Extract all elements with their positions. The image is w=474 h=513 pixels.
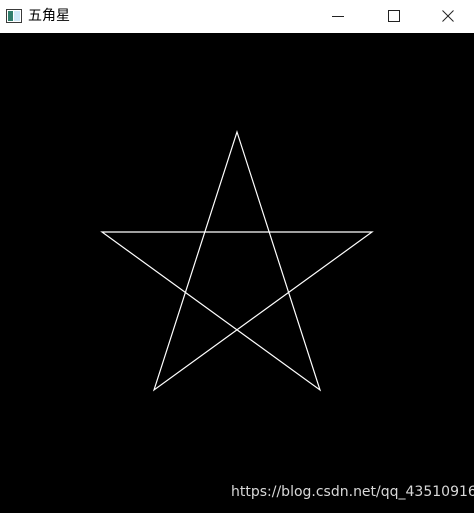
maximize-button[interactable] (366, 0, 422, 32)
app-window-icon (6, 9, 22, 23)
drawing-canvas (0, 33, 474, 513)
app-window: 五角星 https://blog.csdn.net/qq_43510916 (0, 0, 474, 513)
close-icon (442, 10, 454, 22)
pentagram-star (100, 130, 374, 392)
close-button[interactable] (420, 0, 474, 32)
pentagram-drawing (100, 130, 374, 392)
minimize-icon (332, 16, 344, 17)
window-title: 五角星 (28, 8, 70, 24)
minimize-button[interactable] (310, 0, 366, 32)
watermark-url: https://blog.csdn.net/qq_43510916 (231, 484, 474, 500)
title-bar[interactable]: 五角星 (0, 0, 474, 33)
maximize-icon (388, 10, 400, 22)
